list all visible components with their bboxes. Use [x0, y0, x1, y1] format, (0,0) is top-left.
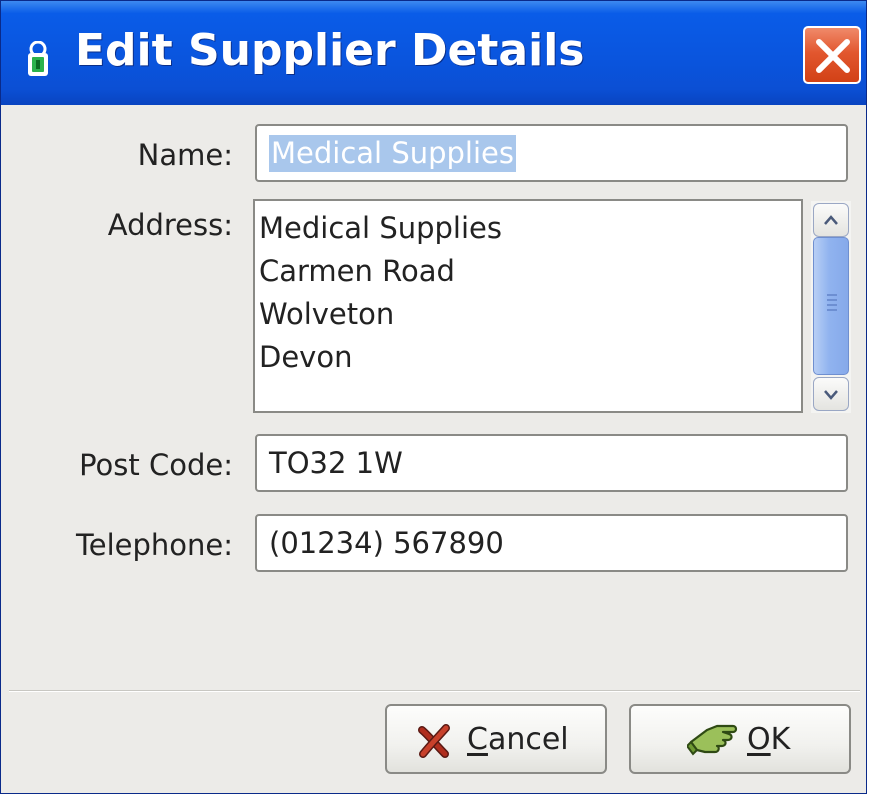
- grip-line: [827, 309, 837, 311]
- ok-button[interactable]: OK: [629, 704, 851, 774]
- edit-supplier-dialog: Edit Supplier Details Name: Medical Supp…: [0, 0, 867, 794]
- ok-label-rest: K: [770, 722, 791, 757]
- grip-line: [827, 294, 837, 296]
- address-line: Medical Supplies: [259, 211, 502, 245]
- address-label: Address:: [107, 208, 233, 242]
- cancel-button-label: Cancel: [467, 722, 569, 757]
- cancel-label-rest: ancel: [487, 722, 569, 757]
- telephone-input[interactable]: (01234) 567890: [255, 514, 848, 572]
- address-line: Wolveton: [259, 297, 395, 331]
- scroll-down-button[interactable]: [813, 377, 849, 411]
- chevron-down-icon: [824, 390, 838, 400]
- scroll-up-button[interactable]: [813, 203, 849, 237]
- address-textarea[interactable]: Medical Supplies Carmen Road Wolveton De…: [253, 199, 803, 413]
- name-input-value: Medical Supplies: [269, 135, 516, 172]
- ok-button-label: OK: [747, 722, 790, 757]
- scroll-thumb[interactable]: [813, 237, 849, 375]
- cancel-x-icon: [417, 724, 451, 762]
- address-line: Devon: [259, 340, 353, 374]
- post-code-label: Post Code:: [79, 448, 233, 482]
- cancel-button[interactable]: Cancel: [385, 704, 607, 774]
- grip-line: [827, 299, 837, 301]
- post-code-input[interactable]: TO32 1W: [255, 434, 848, 492]
- name-input[interactable]: Medical Supplies: [255, 124, 848, 182]
- telephone-label: Telephone:: [75, 528, 233, 562]
- cancel-mnemonic: C: [467, 722, 488, 757]
- grip-line: [827, 304, 837, 306]
- close-icon: [816, 39, 850, 73]
- ok-mnemonic: O: [747, 722, 771, 757]
- address-scrollbar[interactable]: [811, 201, 851, 413]
- title-bar[interactable]: Edit Supplier Details: [1, 1, 866, 105]
- name-label: Name:: [137, 138, 233, 172]
- chevron-up-icon: [824, 215, 838, 225]
- button-separator: [9, 690, 860, 692]
- close-button[interactable]: [803, 26, 861, 84]
- ok-hand-icon: [685, 720, 743, 764]
- window-title: Edit Supplier Details: [75, 25, 585, 76]
- lock-icon: [27, 40, 49, 77]
- address-line: Carmen Road: [259, 254, 455, 288]
